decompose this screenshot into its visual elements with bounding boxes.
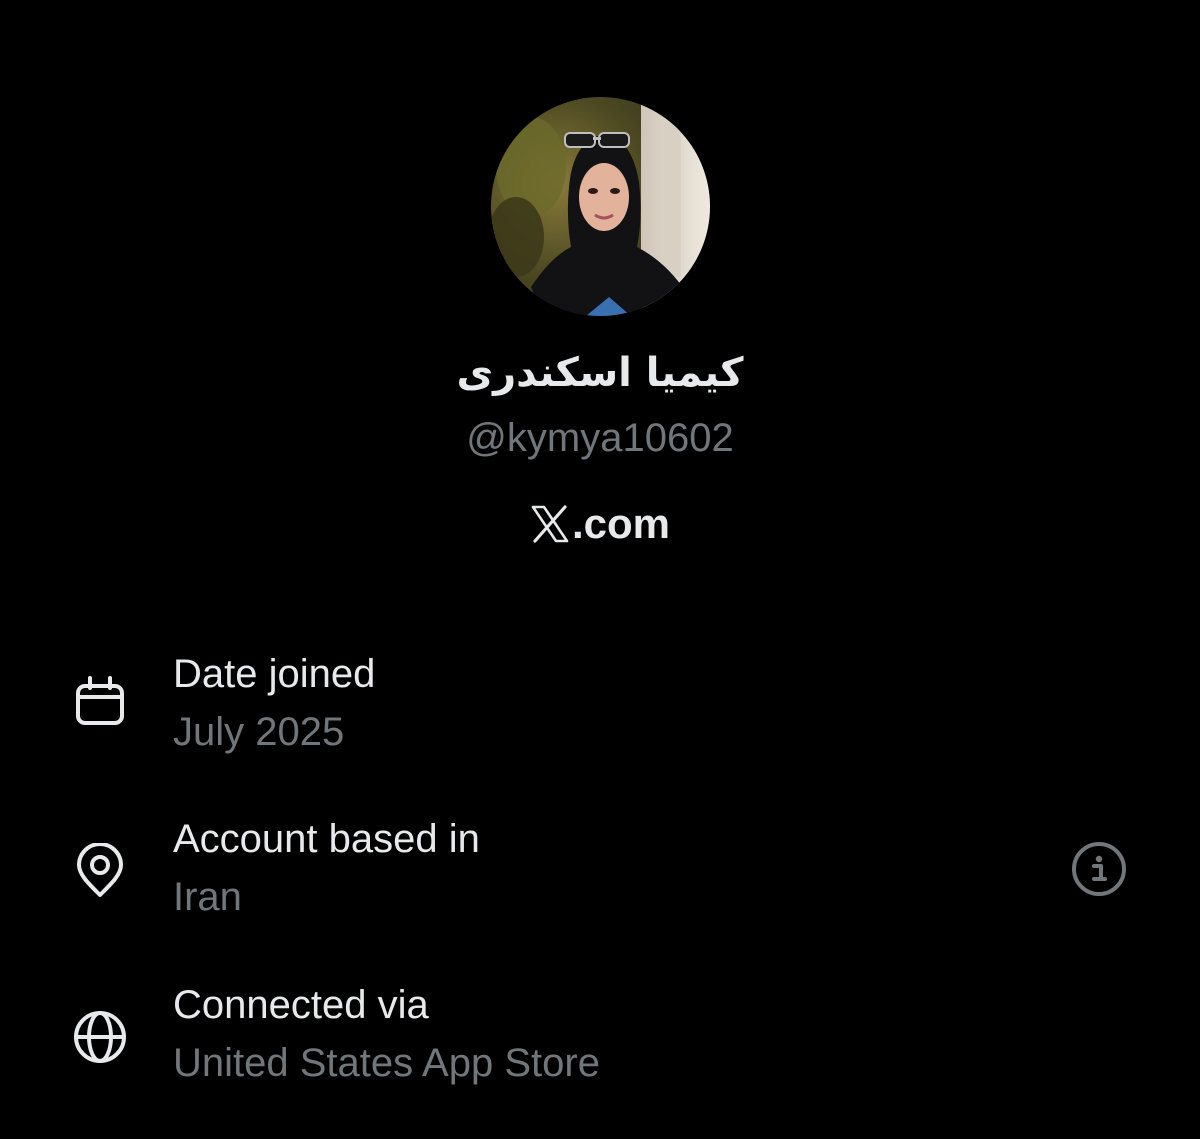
info-icon[interactable] xyxy=(1071,841,1127,897)
date-joined-label: Date joined xyxy=(173,652,376,696)
connected-via-row: Connected via United States App Store xyxy=(0,983,1200,1103)
account-based-in-label: Account based in xyxy=(173,817,480,861)
username-handle: @kymya10602 xyxy=(466,416,734,460)
platform-label: .com xyxy=(0,500,1200,548)
avatar-image xyxy=(491,97,710,316)
display-name: کیمیا اسکندری xyxy=(456,350,744,396)
globe-icon xyxy=(72,1009,128,1065)
avatar[interactable] xyxy=(491,97,710,316)
connected-via-label: Connected via xyxy=(173,983,429,1027)
date-joined-value: July 2025 xyxy=(173,710,345,754)
location-pin-icon xyxy=(72,843,128,899)
connected-via-value: United States App Store xyxy=(173,1041,600,1085)
calendar-icon xyxy=(72,674,128,730)
account-based-in-row: Account based in Iran xyxy=(0,817,1200,937)
x-logo-icon xyxy=(530,505,570,543)
date-joined-row: Date joined July 2025 xyxy=(0,652,1200,772)
profile-header: کیمیا اسکندری @kymya10602 .com xyxy=(0,0,1200,600)
platform-domain: .com xyxy=(571,500,671,547)
account-based-in-value: Iran xyxy=(173,875,242,919)
